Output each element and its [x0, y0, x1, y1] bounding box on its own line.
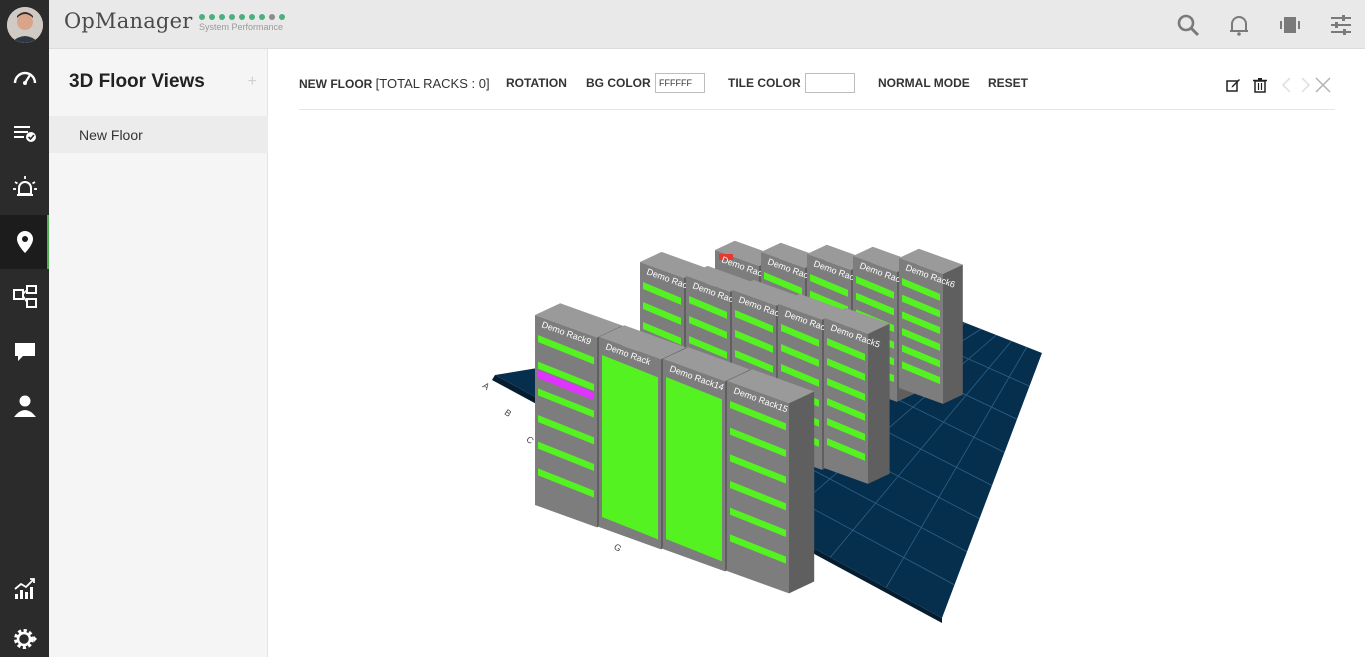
app-title[interactable]: OpManager	[64, 9, 192, 33]
edit-icon[interactable]	[1225, 77, 1241, 93]
row-label: C	[524, 434, 535, 446]
floor-canvas[interactable]: ABCDEFGDemo RackDemo Rack8Demo Rack18Dem…	[430, 240, 1070, 630]
floor-3d-view[interactable]: ABCDEFGDemo RackDemo Rack8Demo Rack18Dem…	[430, 240, 1070, 630]
settings-icon[interactable]	[0, 612, 49, 666]
alarms-icon[interactable]	[0, 160, 49, 214]
top-bar: OpManager System Performance	[49, 0, 1365, 49]
floor-views-sidebar: 3D Floor Views + New Floor	[49, 49, 268, 657]
reset-button[interactable]: RESET	[988, 76, 1028, 90]
device-icon[interactable]	[1277, 12, 1303, 38]
row-label: G	[612, 542, 623, 554]
bg-color-label: BG COLOR	[586, 76, 651, 90]
reports-icon[interactable]	[0, 562, 49, 616]
rotation-button[interactable]: ROTATION	[506, 76, 567, 90]
settings-sliders-icon[interactable]	[1328, 12, 1354, 38]
delete-icon[interactable]	[1252, 77, 1268, 93]
system-performance-label: System Performance	[199, 22, 284, 32]
sidebar-item-new-floor[interactable]: New Floor	[49, 116, 268, 153]
sidebar-title: 3D Floor Views	[69, 71, 205, 92]
system-performance[interactable]: System Performance	[199, 14, 285, 32]
floor-toolbar: NEW FLOOR [TOTAL RACKS : 0] ROTATION BG …	[299, 73, 1335, 110]
prev-icon[interactable]	[1279, 77, 1295, 93]
dashboard-icon[interactable]	[0, 51, 49, 105]
floor-name-label: NEW FLOOR	[299, 77, 373, 91]
maps-icon[interactable]	[0, 215, 49, 269]
chat-icon[interactable]	[0, 324, 49, 378]
tile-color-label: TILE COLOR	[728, 76, 801, 90]
bg-color-input[interactable]: FFFFFF	[655, 73, 705, 93]
tile-color-input[interactable]	[805, 73, 855, 93]
total-racks-label: [TOTAL RACKS : 0]	[375, 76, 490, 91]
workflow-icon[interactable]	[0, 270, 49, 324]
add-floor-button[interactable]: +	[248, 73, 257, 91]
rack-side	[789, 391, 815, 594]
close-icon[interactable]	[1315, 77, 1331, 93]
rack-status-band	[666, 377, 722, 562]
user-icon[interactable]	[0, 379, 49, 433]
floor-name: NEW FLOOR [TOTAL RACKS : 0]	[299, 76, 490, 91]
inventory-icon[interactable]	[0, 106, 49, 160]
rack[interactable]: Demo Rack15	[727, 369, 815, 594]
user-avatar[interactable]	[7, 7, 43, 43]
rack[interactable]: Demo Rack5	[824, 307, 890, 484]
rack-status-band	[602, 355, 658, 540]
row-label: A	[481, 380, 492, 392]
row-label: B	[503, 407, 514, 419]
normal-mode-button[interactable]: NORMAL MODE	[878, 76, 970, 90]
performance-dots	[199, 14, 285, 20]
left-rail	[0, 0, 49, 657]
bell-icon[interactable]	[1226, 12, 1252, 38]
rack[interactable]: Demo Rack6	[899, 248, 963, 404]
search-icon[interactable]	[1175, 12, 1201, 38]
next-icon[interactable]	[1297, 77, 1313, 93]
